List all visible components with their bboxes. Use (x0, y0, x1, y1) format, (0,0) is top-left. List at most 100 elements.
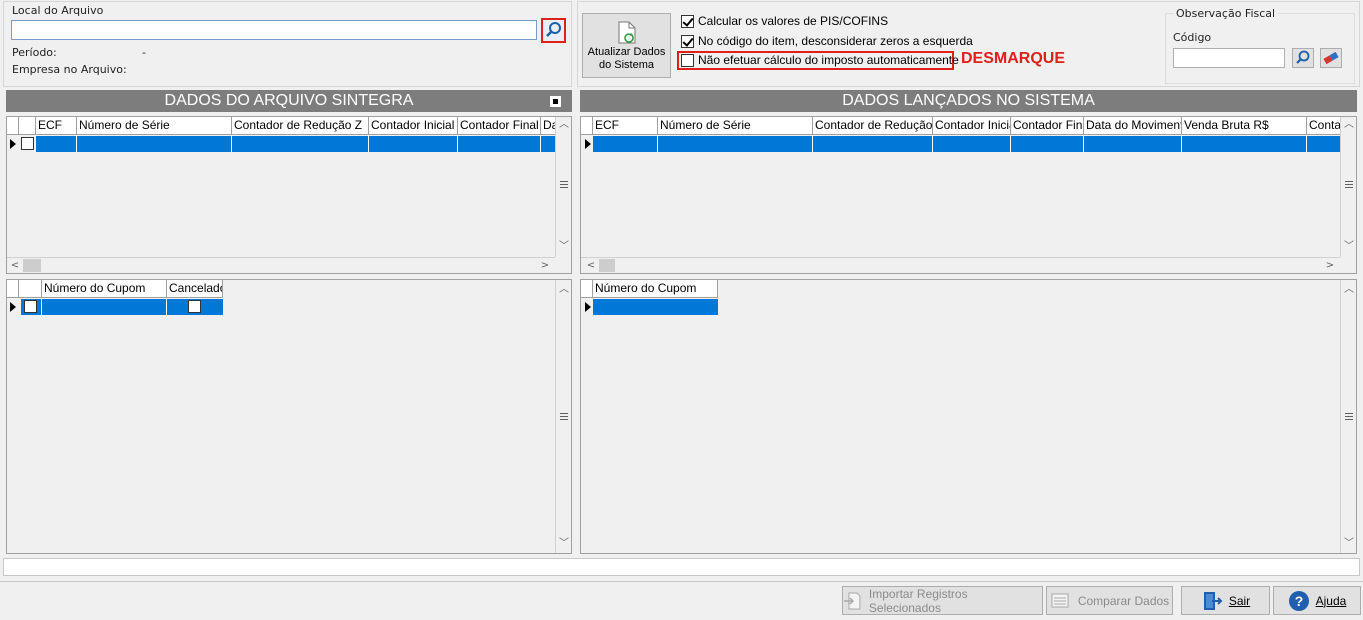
sintegra-coupon-grid[interactable]: Número do Cupom Cancelado ︿ ﹀ (6, 279, 572, 554)
col-contador-inicial[interactable]: Contador Inicial (933, 117, 1011, 134)
grid-header: ECF Número de Série Contador de Redução … (581, 117, 1340, 135)
help-icon: ? (1288, 590, 1309, 611)
sintegra-ecf-grid[interactable]: ECF Número de Série Contador de Redução … (6, 116, 572, 274)
grid-header: Número do Cupom Cancelado (7, 280, 223, 298)
current-row-indicator (10, 139, 16, 149)
desmarque-annotation: DESMARQUE (961, 50, 1066, 67)
browse-file-button[interactable] (541, 18, 566, 43)
col-contador[interactable]: Conta (1307, 117, 1340, 134)
codigo-input[interactable] (1173, 48, 1285, 68)
scroll-right-icon[interactable]: > (537, 258, 553, 274)
table-row[interactable] (593, 299, 718, 315)
horizontal-scrollbar[interactable]: < > (581, 257, 1340, 273)
vertical-scrollbar[interactable]: ︿ ﹀ (555, 280, 571, 553)
update-label-line2: do Sistema (598, 58, 655, 71)
scroll-grip-icon[interactable] (1345, 181, 1353, 188)
col-contador-final[interactable]: Contador Final (458, 117, 541, 134)
exit-button[interactable]: Sair (1181, 586, 1270, 615)
scroll-up-icon[interactable]: ︿ (556, 282, 572, 298)
update-label-line1: Atualizar Dados (587, 45, 666, 58)
col-numero-serie[interactable]: Número de Série (658, 117, 813, 134)
no-auto-calc-label: Não efetuar cálculo do imposto automatic… (698, 53, 959, 67)
col-contador-inicial[interactable]: Contador Inicial (369, 117, 458, 134)
ignore-zeros-label: No código do item, desconsiderar zeros a… (698, 34, 973, 48)
help-label: Ajuda (1315, 593, 1347, 608)
scroll-left-icon[interactable]: < (583, 258, 599, 274)
calc-pis-check[interactable] (681, 14, 694, 28)
table-row[interactable] (593, 136, 1340, 152)
cancelado-checkbox[interactable] (188, 300, 201, 313)
system-coupon-grid[interactable]: Número do Cupom ︿ ﹀ (580, 279, 1357, 554)
left-section-title: DADOS DO ARQUIVO SINTEGRA (164, 92, 414, 109)
obs-fiscal-label: Observação Fiscal (1173, 7, 1279, 20)
col-cancelado[interactable]: Cancelado (167, 280, 223, 297)
scroll-down-icon[interactable]: ﹀ (1341, 536, 1357, 552)
scroll-down-icon[interactable]: ﹀ (556, 536, 572, 552)
scroll-up-icon[interactable]: ︿ (1341, 282, 1357, 298)
right-section-header: DADOS LANÇADOS NO SISTEMA (580, 90, 1357, 112)
codigo-label: Código (1173, 31, 1212, 44)
periodo-label: Período: (12, 46, 57, 59)
compare-label: Comparar Dados (1077, 593, 1170, 608)
horizontal-scrollbar[interactable]: < > (7, 257, 555, 273)
grid-header: ECF Número de Série Contador de Redução … (7, 117, 555, 135)
system-ecf-grid[interactable]: ECF Número de Série Contador de Redução … (580, 116, 1357, 274)
ignore-zeros-check[interactable] (681, 34, 694, 48)
file-path-input[interactable] (11, 20, 537, 40)
scroll-down-icon[interactable]: ﹀ (1341, 239, 1357, 255)
col-numero-cupom[interactable]: Número do Cupom (42, 280, 167, 297)
compare-icon (1051, 593, 1069, 607)
scroll-grip-icon[interactable] (560, 413, 568, 420)
scroll-left-icon[interactable]: < (7, 258, 23, 274)
col-venda-bruta[interactable]: Venda Bruta R$ (1182, 117, 1307, 134)
no-auto-calc-check[interactable] (681, 53, 694, 67)
col-numero-serie[interactable]: Número de Série (77, 117, 232, 134)
current-row-indicator (585, 139, 591, 149)
row-header-col (581, 280, 593, 297)
scroll-up-icon[interactable]: ︿ (1341, 117, 1357, 133)
col-ecf[interactable]: ECF (36, 117, 77, 134)
row-header-col (7, 280, 19, 297)
local-arquivo-label: Local do Arquivo (12, 4, 104, 17)
current-row-indicator (585, 302, 591, 312)
no-auto-calc-checkbox[interactable]: Não efetuar cálculo do imposto automatic… (681, 53, 959, 67)
scroll-grip-icon[interactable] (1345, 413, 1353, 420)
compare-data-button[interactable]: Comparar Dados (1046, 586, 1173, 615)
vertical-scrollbar[interactable]: ︿ ﹀ (1340, 117, 1356, 257)
table-row[interactable] (36, 136, 555, 152)
col-numero-cupom[interactable]: Número do Cupom (593, 280, 718, 297)
col-contador-reducao[interactable]: Contador de Redução Z (232, 117, 369, 134)
codigo-search-button[interactable] (1292, 48, 1314, 68)
refresh-document-icon (618, 21, 635, 43)
right-section-title: DADOS LANÇADOS NO SISTEMA (842, 92, 1095, 109)
maximize-icon[interactable] (550, 96, 561, 107)
col-ecf[interactable]: ECF (593, 117, 658, 134)
row-select-checkbox[interactable] (24, 300, 37, 313)
col-data-movimento[interactable]: Data do Movimento (1084, 117, 1182, 134)
vertical-scrollbar[interactable]: ︿ ﹀ (1340, 280, 1356, 553)
scroll-grip-icon[interactable] (560, 181, 568, 188)
row-select-checkbox[interactable] (21, 137, 34, 150)
left-section-header: DADOS DO ARQUIVO SINTEGRA (6, 90, 572, 112)
calc-pis-label: Calcular os valores de PIS/COFINS (698, 14, 889, 28)
col-data[interactable]: Da (541, 117, 555, 134)
scroll-right-icon[interactable]: > (1322, 258, 1338, 274)
import-selected-button[interactable]: Importar Registros Selecionados (842, 586, 1043, 615)
help-button[interactable]: ? Ajuda (1273, 586, 1361, 615)
import-icon (843, 592, 861, 609)
scroll-thumb[interactable] (23, 259, 41, 272)
import-label: Importar Registros Selecionados (868, 586, 968, 615)
vertical-scrollbar[interactable]: ︿ ﹀ (555, 117, 571, 257)
search-icon (1296, 50, 1310, 64)
ignore-zeros-checkbox[interactable]: No código do item, desconsiderar zeros a… (681, 34, 973, 48)
col-contador-reducao[interactable]: Contador de Redução Z (813, 117, 933, 134)
grid-header: Número do Cupom (581, 280, 718, 298)
col-contador-final[interactable]: Contador Final (1011, 117, 1084, 134)
codigo-clear-button[interactable] (1320, 48, 1342, 68)
scroll-up-icon[interactable]: ︿ (556, 117, 572, 133)
scroll-thumb[interactable] (599, 259, 615, 272)
update-system-data-button[interactable]: Atualizar Dados do Sistema (582, 13, 671, 78)
scroll-down-icon[interactable]: ﹀ (556, 239, 572, 255)
calc-pis-cofins-checkbox[interactable]: Calcular os valores de PIS/COFINS (681, 14, 888, 28)
search-icon (546, 22, 561, 37)
